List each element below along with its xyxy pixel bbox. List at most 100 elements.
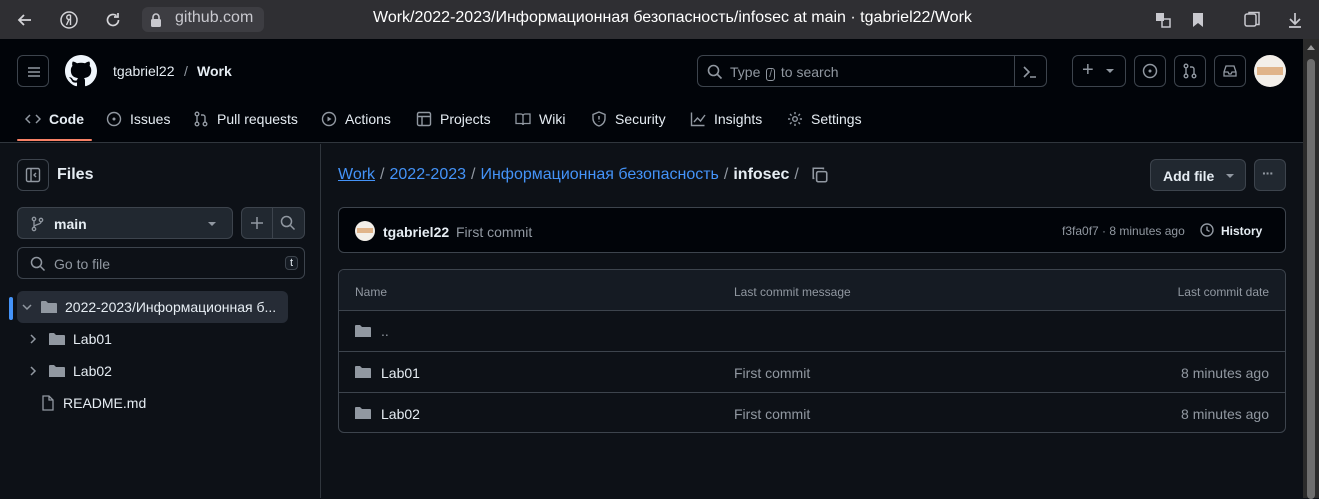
tab-settings[interactable]: Settings [787,103,862,143]
repo-link[interactable]: Work [197,63,232,79]
tab-code-label: Code [49,111,84,127]
tree-item-label: README.md [63,395,147,411]
tab-security[interactable]: Security [591,103,666,143]
tab-insights-label: Insights [714,111,763,127]
issues-button[interactable] [1134,55,1166,87]
go-to-file-input[interactable]: Go to file t [17,247,305,279]
copy-path-icon[interactable] [811,166,829,184]
active-tab-indicator [17,139,92,141]
caret-down-icon [1105,68,1115,74]
tab-issues-label: Issues [130,111,171,127]
folder-icon [355,366,371,378]
plus-icon: + [1082,59,1094,81]
caret-down-icon [1226,174,1234,178]
tab-actions[interactable]: Actions [321,103,391,143]
table-row[interactable]: Lab01 First commit 8 minutes ago [339,352,1285,393]
search-files-button[interactable] [272,207,305,239]
page-title: Work/2022-2023/Информационная безопаснос… [373,9,972,26]
tab-insights[interactable]: Insights [690,103,762,143]
search-input[interactable]: Type / to search [697,55,1047,87]
tree-item-label: Lab02 [73,363,112,379]
search-placeholder-prefix: Type [730,64,761,80]
tab-projects[interactable]: Projects [416,103,491,143]
tree-item-lab02[interactable]: Lab02 [27,355,288,387]
commit-author-avatar[interactable] [355,221,375,241]
breadcrumb-link-course[interactable]: Информационная безопасность [480,166,718,183]
tab-wiki[interactable]: Wiki [515,103,565,143]
commit-message[interactable]: First commit [456,224,532,240]
avatar[interactable] [1254,55,1286,87]
branch-icon [31,216,44,232]
files-title: Files [57,166,94,183]
row-commit-message[interactable]: First commit [734,406,810,422]
row-name-link[interactable]: Lab02 [381,406,420,422]
sidebar-collapse-icon [25,167,41,183]
column-header-message: Last commit message [734,285,851,299]
tree-item-lab01[interactable]: Lab01 [27,323,288,355]
caret-down-icon [208,222,216,226]
history-button[interactable]: History [1221,224,1262,238]
tree-item-label: 2022-2023/Информационная б... [65,299,277,315]
tree-item-readme[interactable]: README.md [41,387,288,419]
inbox-button[interactable] [1214,55,1246,87]
gear-icon [788,112,802,126]
table-row-parent[interactable]: .. [339,311,1285,352]
parent-directory-link[interactable]: .. [381,323,389,339]
owner-link[interactable]: tgabriel22 [113,63,175,79]
go-to-file-placeholder: Go to file [54,256,111,272]
search-placeholder: Type / to search [730,64,839,81]
tab-actions-label: Actions [345,111,391,127]
create-new-button[interactable]: + [1072,55,1126,87]
folder-icon [49,365,65,377]
column-header-name: Name [355,285,388,299]
translate-icon[interactable] [1153,10,1173,30]
tab-issues[interactable]: Issues [106,103,170,143]
file-icon [42,395,54,411]
breadcrumb-trailing-slash: / [794,166,799,183]
commit-meta[interactable]: f3fa0f7 · 8 minutes ago [1062,224,1185,238]
tab-pull-requests-label: Pull requests [217,111,298,127]
collapse-sidebar-button[interactable] [17,159,49,191]
column-header-date: Last commit date [1177,285,1269,299]
folder-icon [49,333,65,345]
collections-icon[interactable] [1242,10,1262,30]
pull-requests-button[interactable] [1174,55,1206,87]
owner-repo-separator: / [184,63,188,79]
github-logo-icon[interactable] [65,55,97,87]
commit-author[interactable]: tgabriel22 [383,224,449,240]
table-icon [416,111,432,127]
command-palette-icon[interactable] [1022,64,1038,80]
add-file-sidebar-button[interactable] [241,207,273,239]
download-icon[interactable] [1285,10,1305,30]
issue-icon [106,111,122,127]
yandex-icon[interactable] [59,10,79,30]
tab-code[interactable]: Code [25,103,84,143]
chevron-right-icon [30,366,37,376]
scroll-thumb[interactable] [1307,59,1315,499]
add-file-button[interactable]: Add file [1150,159,1246,191]
menu-button[interactable] [17,55,49,87]
breadcrumb-link-year[interactable]: 2022-2023 [390,166,467,183]
row-name-link[interactable]: Lab01 [381,365,420,381]
row-commit-message[interactable]: First commit [734,365,810,381]
file-table: Name Last commit message Last commit dat… [338,269,1286,433]
page-scrollbar[interactable] [1303,39,1319,499]
tab-settings-label: Settings [811,111,862,127]
latest-commit-box: tgabriel22 First commit f3fa0f7 · 8 minu… [338,207,1286,253]
branch-selector[interactable]: main [17,207,233,239]
row-commit-date: 8 minutes ago [1181,406,1269,422]
tab-pull-requests[interactable]: Pull requests [193,103,298,143]
tab-security-label: Security [615,111,666,127]
bookmark-icon[interactable] [1188,10,1208,30]
table-row[interactable]: Lab02 First commit 8 minutes ago [339,393,1285,432]
scroll-up-icon[interactable] [1306,43,1316,51]
breadcrumb-separator: / [723,166,729,183]
more-options-button[interactable]: ··· [1254,159,1286,191]
back-arrow-icon[interactable] [15,10,35,30]
tree-item-folder[interactable]: 2022-2023/Информационная б... [17,291,288,323]
graph-icon [690,112,706,127]
browser-toolbar: github.com Work/2022-2023/Информационная… [0,0,1319,39]
reload-icon[interactable] [103,10,123,30]
breadcrumb-current: infosec [733,166,790,183]
breadcrumb-link-work[interactable]: Work [338,166,375,183]
